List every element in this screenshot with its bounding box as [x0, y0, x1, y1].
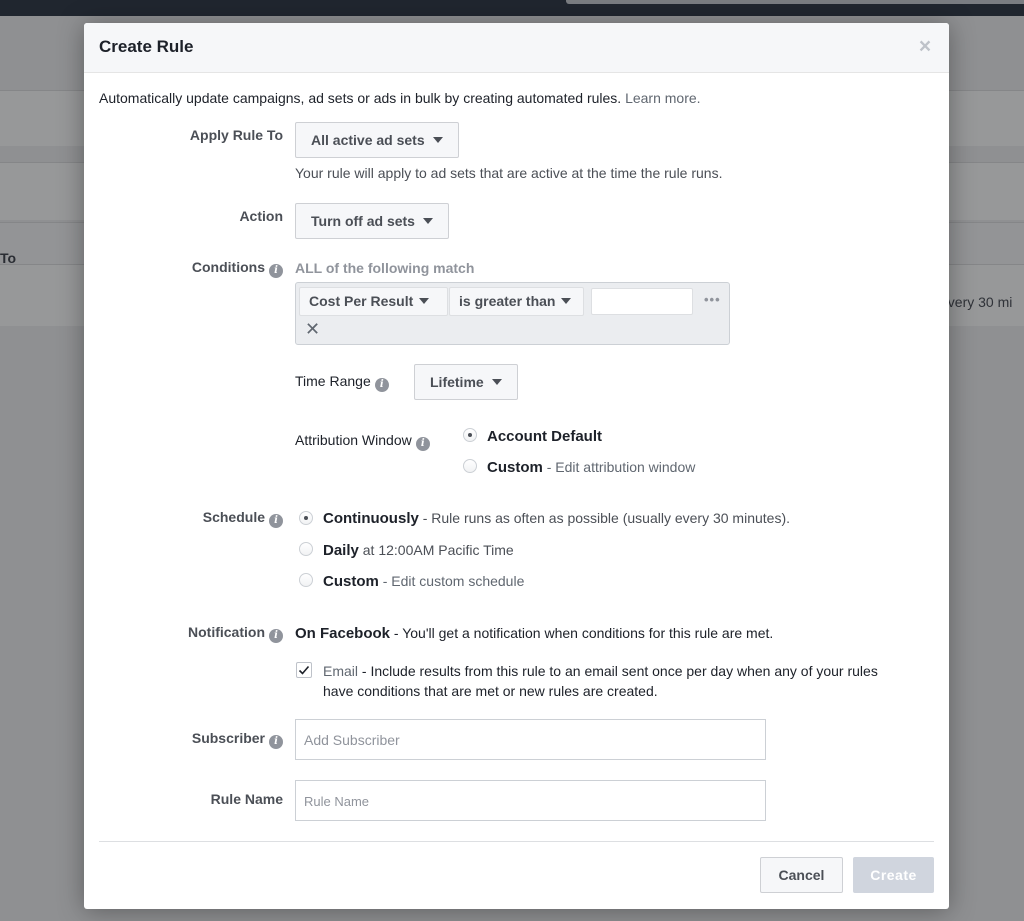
- schedule-continuously-label[interactable]: Continuously - Rule runs as often as pos…: [323, 510, 790, 527]
- schedule-label: Schedule i: [203, 509, 283, 528]
- info-icon[interactable]: i: [269, 514, 283, 528]
- caret-down-icon: [491, 379, 502, 385]
- notification-on-facebook: On Facebook - You'll get a notification …: [295, 625, 773, 642]
- subscriber-label: Subscriber i: [192, 730, 283, 749]
- conditions-heading: ALL of the following match: [295, 260, 475, 276]
- email-label[interactable]: Email: [323, 663, 358, 679]
- option-title: Daily: [323, 542, 359, 559]
- condition-row: Cost Per Result is greater than ••• ✕: [295, 282, 730, 345]
- notification-label-text: Notification: [188, 624, 265, 640]
- rule-name-label: Rule Name: [211, 791, 283, 807]
- option-desc: - Rule runs as often as possible (usuall…: [422, 510, 790, 526]
- option-desc: at 12:00AM Pacific Time: [362, 542, 514, 558]
- top-navigation-bar: [0, 0, 1024, 16]
- conditions-label-text: Conditions: [191, 259, 265, 275]
- subscriber-input[interactable]: [295, 719, 766, 760]
- attribution-window-label: Attribution Window i: [295, 432, 430, 451]
- condition-operator-value: is greater than: [459, 293, 556, 309]
- time-range-dropdown[interactable]: Lifetime: [414, 364, 518, 400]
- info-icon[interactable]: i: [269, 735, 283, 749]
- intro-description: Automatically update campaigns, ad sets …: [99, 90, 622, 106]
- background-cell-text: every 30 mi: [940, 294, 1013, 310]
- info-icon[interactable]: i: [269, 264, 283, 278]
- time-range-label: Time Range i: [295, 373, 389, 392]
- intro-text: Automatically update campaigns, ad sets …: [99, 90, 701, 106]
- action-label: Action: [239, 208, 283, 224]
- remove-condition-icon[interactable]: ✕: [305, 319, 320, 339]
- caret-down-icon: [432, 137, 443, 143]
- apply-rule-to-label-text: Apply Rule To: [189, 127, 283, 143]
- caret-down-icon: [561, 298, 572, 304]
- background-column-header: To: [0, 250, 17, 266]
- time-range-label-text: Time Range: [295, 373, 371, 389]
- apply-rule-to-dropdown[interactable]: All active ad sets: [295, 122, 459, 158]
- apply-rule-to-help: Your rule will apply to ad sets that are…: [295, 165, 723, 181]
- conditions-label: Conditions i: [192, 259, 283, 278]
- schedule-custom-label[interactable]: Custom - Edit custom schedule: [323, 573, 524, 590]
- attribution-custom-label[interactable]: Custom - Edit attribution window: [487, 459, 695, 476]
- on-facebook-desc: - You'll get a notification when conditi…: [393, 625, 774, 641]
- attribution-account-default-radio[interactable]: [463, 428, 477, 442]
- schedule-continuously-radio[interactable]: [299, 511, 313, 525]
- condition-operator-dropdown[interactable]: is greater than: [449, 287, 584, 316]
- option-title: Continuously: [323, 510, 419, 527]
- schedule-daily-label[interactable]: Daily at 12:00AM Pacific Time: [323, 542, 514, 559]
- checkmark-icon: [298, 665, 310, 675]
- create-button[interactable]: Create: [853, 857, 934, 893]
- caret-down-icon: [419, 298, 430, 304]
- option-title: Custom: [323, 573, 379, 590]
- ellipsis-icon[interactable]: •••: [704, 292, 721, 307]
- learn-more-link[interactable]: Learn more.: [625, 90, 700, 106]
- schedule-custom-radio[interactable]: [299, 573, 313, 587]
- dialog-title: Create Rule: [99, 37, 194, 56]
- schedule-daily-radio[interactable]: [299, 542, 313, 556]
- condition-metric-value: Cost Per Result: [309, 293, 414, 309]
- email-checkbox[interactable]: [296, 662, 312, 678]
- schedule-label-text: Schedule: [202, 509, 265, 525]
- time-range-value: Lifetime: [430, 374, 484, 390]
- email-desc-line2: have conditions that are met or new rule…: [323, 683, 658, 699]
- option-title: Custom: [487, 459, 543, 476]
- info-icon[interactable]: i: [374, 378, 389, 392]
- attribution-window-label-text: Attribution Window: [295, 432, 412, 448]
- email-desc-line1: - Include results from this rule to an e…: [361, 663, 878, 679]
- footer-divider: [99, 841, 934, 842]
- action-value: Turn off ad sets: [311, 213, 415, 229]
- on-facebook-title: On Facebook: [295, 625, 391, 642]
- action-label-text: Action: [239, 208, 283, 224]
- rule-name-input[interactable]: [295, 780, 766, 821]
- apply-rule-to-value: All active ad sets: [311, 132, 425, 148]
- option-desc[interactable]: - Edit custom schedule: [383, 573, 525, 589]
- search-bar[interactable]: [566, 0, 1024, 4]
- attribution-custom-radio[interactable]: [463, 459, 477, 473]
- attribution-account-default-label[interactable]: Account Default: [487, 428, 602, 445]
- option-desc[interactable]: - Edit attribution window: [547, 459, 696, 475]
- option-title: Account Default: [487, 428, 603, 445]
- condition-metric-dropdown[interactable]: Cost Per Result: [299, 287, 448, 316]
- notification-label: Notification i: [188, 624, 283, 643]
- email-notification-text: Email - Include results from this rule t…: [323, 661, 878, 701]
- rule-name-label-text: Rule Name: [210, 791, 283, 807]
- create-rule-dialog: Create Rule × Automatically update campa…: [84, 23, 949, 909]
- apply-rule-to-label: Apply Rule To: [190, 127, 283, 143]
- cancel-button[interactable]: Cancel: [760, 857, 843, 893]
- info-icon[interactable]: i: [269, 629, 283, 643]
- action-dropdown[interactable]: Turn off ad sets: [295, 203, 449, 239]
- caret-down-icon: [422, 218, 433, 224]
- dialog-header: Create Rule ×: [84, 23, 949, 73]
- info-icon[interactable]: i: [415, 437, 430, 451]
- condition-value-input[interactable]: [591, 288, 693, 315]
- close-icon[interactable]: ×: [916, 36, 934, 58]
- subscriber-label-text: Subscriber: [191, 730, 265, 746]
